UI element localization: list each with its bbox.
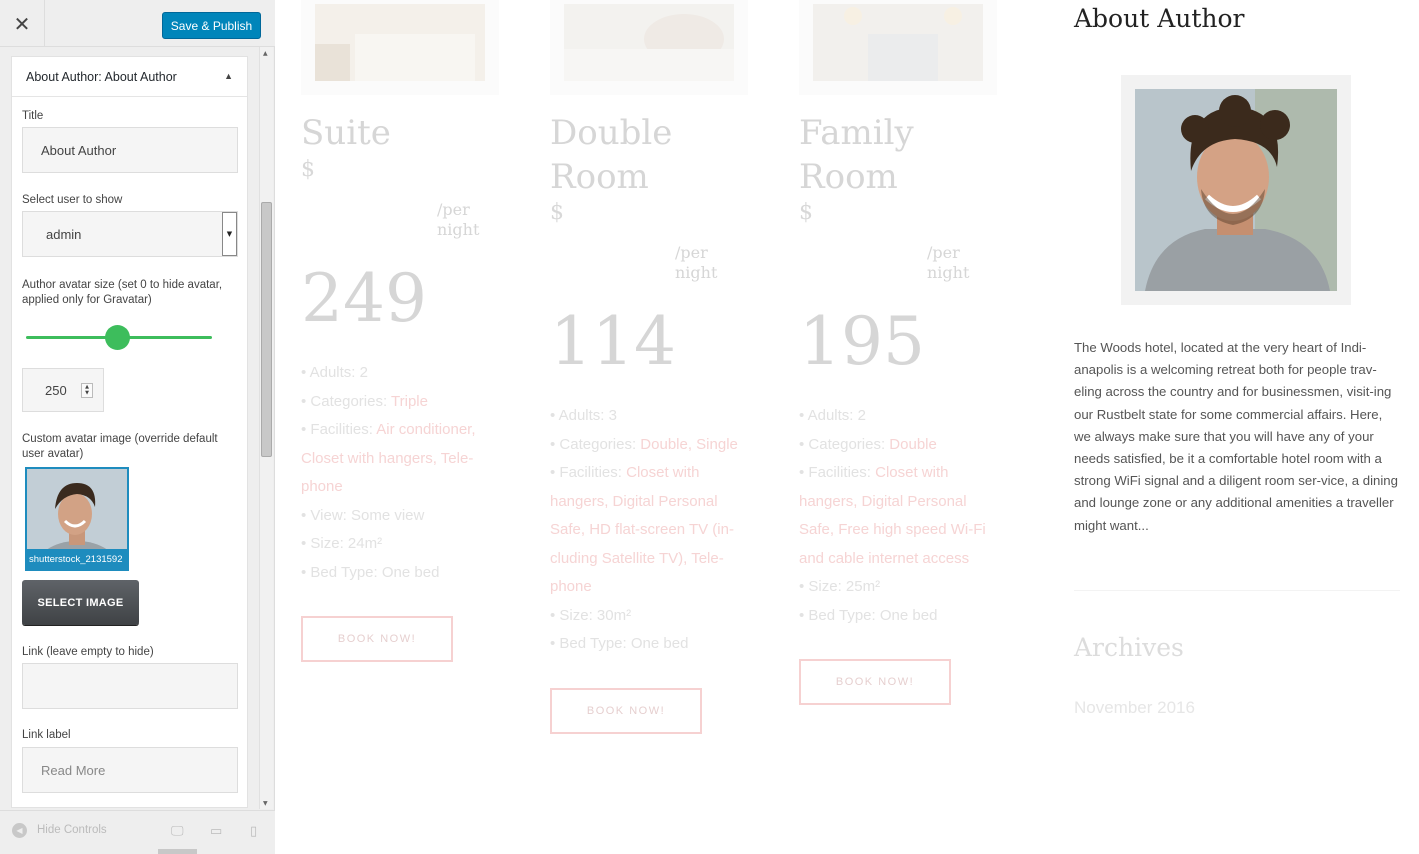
avatar-size-label: Author avatar size (set 0 to hide avatar… xyxy=(22,279,223,306)
link-text-label: Link label xyxy=(22,729,71,741)
room-categories: • Categories: Double, Single xyxy=(550,435,738,453)
title-label: Title xyxy=(22,110,44,122)
widget-header[interactable]: About Author: About Author ▲ xyxy=(12,57,247,97)
scroll-up-icon[interactable]: ▲ xyxy=(263,50,268,57)
customizer-header: ✕ Save & Publish xyxy=(0,0,275,47)
room-categories: • Categories: Double xyxy=(799,435,937,453)
room-title[interactable]: Family Room xyxy=(799,111,914,199)
site-preview: Suite $ /per night 249 • Adults: 2 • Cate… xyxy=(276,0,1419,854)
room-photo xyxy=(315,4,485,81)
room-currency: $ xyxy=(301,157,315,182)
custom-avatar-label: Custom avatar image (override default us… xyxy=(22,433,218,460)
category-link[interactable]: Triple xyxy=(391,393,428,410)
scroll-down-icon[interactable]: ▼ xyxy=(263,800,268,807)
avatar-size-input[interactable]: 250 ▲ ▼ xyxy=(22,368,104,412)
title-input[interactable]: About Author xyxy=(22,127,238,173)
user-select-value: admin xyxy=(46,227,82,242)
book-now-button[interactable]: BOOK NOW! xyxy=(799,659,951,705)
hide-controls-icon[interactable]: ◀ xyxy=(12,823,27,838)
room-image-family[interactable] xyxy=(799,0,997,95)
caret-up-icon[interactable]: ▲ xyxy=(224,71,233,81)
room-image-double[interactable] xyxy=(550,0,748,95)
room-facilities: • Facilities: Closet with hangers, Digit… xyxy=(550,464,734,595)
room-title[interactable]: Double Room xyxy=(550,111,672,199)
room-bed: • Bed Type: One bed xyxy=(799,606,938,624)
room-bed: • Bed Type: One bed xyxy=(550,635,689,652)
room-features: • Adults: 2 • Categories: Triple • Facil… xyxy=(301,359,501,587)
link-input[interactable] xyxy=(22,663,238,709)
select-image-button[interactable]: SELECT IMAGE xyxy=(22,580,139,625)
room-title[interactable]: Suite xyxy=(301,111,391,155)
room-features: • Adults: 2 • Categories: Double • Facil… xyxy=(799,402,999,630)
archive-link[interactable]: November 2016 xyxy=(1074,698,1195,718)
customizer-footer: ◀ Hide Controls 🖵 ▭ ▯ xyxy=(0,810,275,854)
room-price: 195 xyxy=(799,303,925,380)
author-avatar xyxy=(1135,89,1337,291)
author-avatar-frame xyxy=(1121,75,1351,305)
user-select[interactable]: admin ▼ xyxy=(22,211,238,257)
room-adults: • Adults: 2 xyxy=(301,364,368,381)
room-categories: • Categories: Triple xyxy=(301,392,428,410)
tablet-icon[interactable]: ▭ xyxy=(210,824,222,839)
room-price: 114 xyxy=(550,303,676,380)
hide-controls-label[interactable]: Hide Controls xyxy=(37,824,107,836)
facility-links[interactable]: Closet with hangers, Digital Personal Sa… xyxy=(550,464,734,595)
author-photo xyxy=(1135,89,1337,291)
spinner-icon[interactable]: ▲ ▼ xyxy=(81,383,93,398)
widget-about-author: About Author: About Author ▲ Title About… xyxy=(11,56,248,808)
sidebar-divider xyxy=(1074,590,1400,591)
room-image-suite[interactable] xyxy=(301,0,499,95)
close-icon[interactable]: ✕ xyxy=(0,0,45,47)
category-link[interactable]: Double xyxy=(889,436,937,453)
link-label: Link (leave empty to hide) xyxy=(22,646,154,658)
room-price: 249 xyxy=(301,260,427,337)
room-size: • Size: 30m² xyxy=(550,606,632,624)
room-facilities: • Facilities: Closet with hangers, Digit… xyxy=(799,464,986,567)
room-bed: • Bed Type: One bed xyxy=(301,563,440,581)
room-features: • Adults: 3 • Categories: Double, Single… xyxy=(550,402,750,659)
room-adults: • Adults: 2 xyxy=(799,407,866,424)
room-facilities: • Facilities: Air conditioner, Closet wi… xyxy=(301,421,476,495)
about-author-title: About Author xyxy=(1074,4,1245,33)
user-select-label: Select user to show xyxy=(22,194,123,206)
scrollbar-thumb[interactable] xyxy=(261,202,272,457)
room-currency: $ xyxy=(550,200,564,225)
room-per-night: /per night xyxy=(675,243,718,282)
room-photo xyxy=(564,4,734,81)
customizer-panel: ✕ Save & Publish About Author: About Aut… xyxy=(0,0,275,854)
room-photo xyxy=(813,4,983,81)
book-now-button[interactable]: BOOK NOW! xyxy=(550,688,702,734)
widget-title: About Author: About Author xyxy=(26,69,177,84)
mobile-icon[interactable]: ▯ xyxy=(250,824,257,839)
avatar-filename: shutterstock_2131592 xyxy=(27,549,127,569)
room-per-night: /per night xyxy=(927,243,970,282)
avatar-size-value: 250 xyxy=(45,383,67,398)
desktop-icon[interactable]: 🖵 xyxy=(171,824,184,839)
author-bio: The Woods hotel, located at the very hea… xyxy=(1074,340,1398,533)
book-now-button[interactable]: BOOK NOW! xyxy=(301,616,453,662)
room-per-night: /per night xyxy=(437,200,480,239)
chevron-down-icon[interactable]: ▼ xyxy=(222,212,237,256)
room-adults: • Adults: 3 xyxy=(550,407,617,424)
device-active-indicator xyxy=(158,849,197,854)
customizer-scrollbar[interactable]: ▲ ▼ xyxy=(259,47,273,809)
link-text-input[interactable]: Read More xyxy=(22,747,238,793)
room-size: • Size: 24m² xyxy=(301,535,383,552)
custom-avatar-thumbnail[interactable]: shutterstock_2131592 xyxy=(25,467,129,571)
save-publish-button[interactable]: Save & Publish xyxy=(162,12,261,39)
room-currency: $ xyxy=(799,200,813,225)
room-size: • Size: 25m² xyxy=(799,578,881,595)
room-view: • View: Some view xyxy=(301,506,425,524)
category-link[interactable]: Double, Single xyxy=(640,436,738,453)
archives-title: Archives xyxy=(1074,633,1184,662)
avatar-size-slider-thumb[interactable] xyxy=(104,325,130,350)
